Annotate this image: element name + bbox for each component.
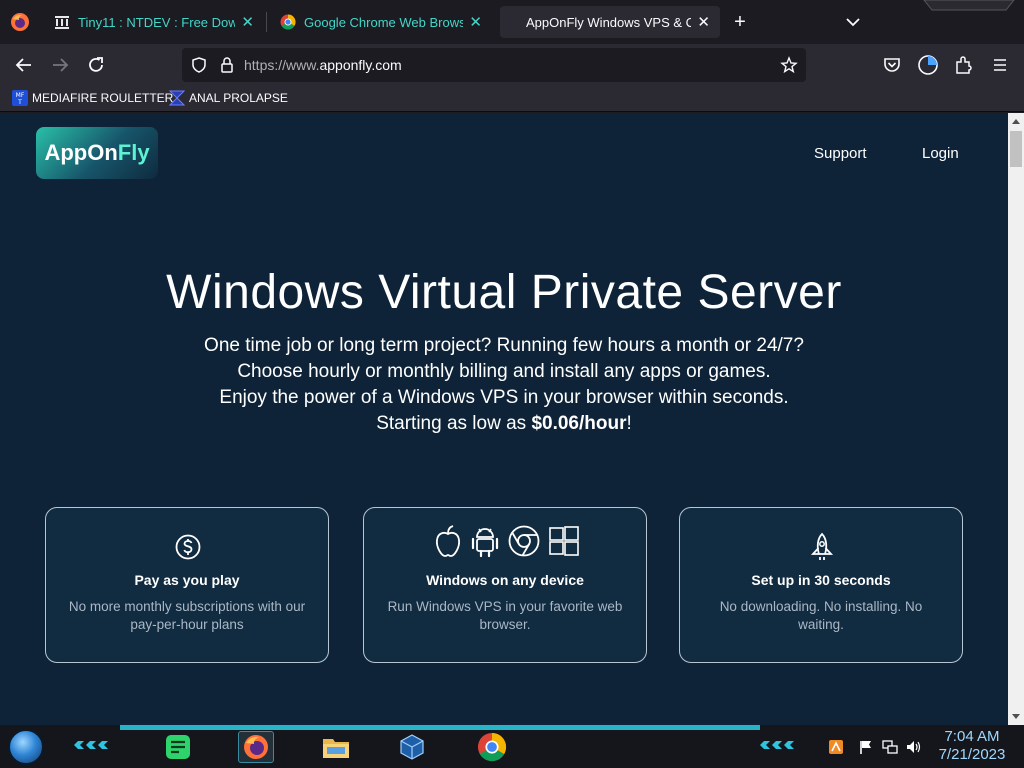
- lock-icon[interactable]: [218, 56, 236, 74]
- shield-icon[interactable]: [190, 56, 208, 74]
- scroll-down-arrow-icon[interactable]: [1012, 714, 1020, 719]
- bookmark-second[interactable]: ANAL PROLAPSE: [169, 90, 288, 106]
- tab-close-button[interactable]: ✕: [469, 13, 482, 31]
- tab-close-button[interactable]: ✕: [697, 13, 710, 31]
- feature-description: No downloading. No installing. No waitin…: [719, 599, 923, 632]
- pocket-icon[interactable]: [880, 53, 904, 77]
- page-scrollbar[interactable]: [1008, 113, 1024, 725]
- tab-separator: [266, 12, 267, 32]
- windows-icon: [549, 526, 579, 556]
- feature-description: Run Windows VPS in your favorite web bro…: [387, 599, 623, 632]
- taskbar-decoration: [74, 741, 108, 749]
- tray-app-icon[interactable]: [828, 739, 844, 755]
- url-scheme: https://www.: [244, 57, 320, 73]
- url-text[interactable]: https://www.apponfly.com: [244, 57, 402, 73]
- list-all-tabs-icon[interactable]: [843, 10, 863, 34]
- network-icon[interactable]: [882, 739, 898, 755]
- nav-support-link[interactable]: Support: [814, 145, 867, 162]
- start-button[interactable]: [8, 729, 44, 765]
- address-bar[interactable]: https://www.apponfly.com: [182, 48, 806, 82]
- taskbar-firefox-app[interactable]: [238, 731, 274, 763]
- clock-time: 7:04 AM: [944, 728, 1000, 745]
- dollar-coin-icon: [175, 534, 201, 560]
- feature-title: Set up in 30 seconds: [751, 572, 891, 588]
- tab-bar: Tiny11 : NTDEV : Free Download ✕ Google …: [0, 0, 1024, 44]
- taskbar-notes-app[interactable]: [160, 731, 196, 763]
- logo-text-fly: Fly: [117, 140, 150, 165]
- hero-title: Windows Virtual Private Server: [166, 266, 842, 319]
- file-explorer-icon: [323, 739, 349, 758]
- bookmark-label: MEDIAFIRE ROULETTER: [32, 91, 174, 105]
- feature-description: No more monthly subscriptions with our p…: [68, 599, 306, 632]
- tab-close-button[interactable]: ✕: [241, 13, 254, 31]
- feature-card-devices: Windows on any device Run Windows VPS in…: [363, 507, 647, 663]
- price-value: $0.06/hour: [531, 413, 627, 434]
- mediafire-icon: MF T: [12, 90, 28, 106]
- star-bookmark-icon[interactable]: [780, 56, 798, 74]
- svg-text:MF: MF: [16, 92, 25, 99]
- rocket-icon: [810, 532, 834, 560]
- feature-title: Windows on any device: [426, 572, 584, 588]
- chrome-icon: [280, 14, 296, 30]
- feature-title: Pay as you play: [134, 572, 240, 588]
- hero-line-4: Starting as low as $0.06/hour!: [0, 413, 1008, 435]
- android-icon: [471, 528, 499, 558]
- account-icon[interactable]: [916, 53, 940, 77]
- tab-title: AppOnFly Windows VPS & Cloud: [526, 14, 692, 30]
- chrome-icon: [477, 732, 507, 762]
- taskbar-chrome-app[interactable]: [474, 731, 510, 763]
- hero-line-2: Choose hourly or monthly billing and ins…: [237, 361, 771, 382]
- hero-line-3: Enjoy the power of a Windows VPS in your…: [219, 387, 789, 408]
- forward-icon[interactable]: [48, 53, 72, 77]
- action-center-flag-icon[interactable]: [858, 739, 874, 755]
- system-clock[interactable]: 7:04 AM 7/21/2023: [930, 728, 1014, 764]
- firefox-menu-icon[interactable]: [10, 12, 30, 32]
- tab-title: Tiny11 : NTDEV : Free Download: [78, 14, 236, 30]
- bookmark-icon: [169, 90, 185, 106]
- scrollbar-thumb[interactable]: [1010, 131, 1022, 167]
- bookmark-label: ANAL PROLAPSE: [189, 91, 288, 105]
- taskbar-accent-strip: [120, 725, 760, 730]
- archive-icon: [55, 16, 69, 29]
- bookmark-mediafire[interactable]: MF T MEDIAFIRE ROULETTER: [12, 90, 173, 106]
- price-suffix: !: [626, 413, 632, 434]
- chrome-icon: [508, 525, 540, 557]
- bookmarks-toolbar: MF T MEDIAFIRE ROULETTER ANAL PROLAPSE: [0, 86, 1024, 112]
- new-tab-button[interactable]: +: [730, 10, 750, 34]
- nav-login-link[interactable]: Login: [922, 145, 959, 162]
- apponfly-logo[interactable]: AppOn Fly: [36, 127, 158, 179]
- svg-text:T: T: [17, 99, 22, 106]
- volume-icon[interactable]: [905, 739, 921, 755]
- hero-line-1: One time job or long term project? Runni…: [204, 335, 804, 356]
- navigation-toolbar: https://www.apponfly.com: [0, 44, 1024, 86]
- virtualbox-icon: [400, 734, 424, 760]
- url-domain: apponfly.com: [319, 57, 402, 73]
- price-prefix: Starting as low as: [376, 413, 532, 434]
- taskbar: 7:04 AM 7/21/2023: [0, 725, 1024, 768]
- reload-icon[interactable]: [84, 53, 108, 77]
- back-icon[interactable]: [12, 53, 36, 77]
- tab-chrome[interactable]: Google Chrome Web Browser ✕: [270, 6, 492, 38]
- scroll-up-arrow-icon[interactable]: [1012, 119, 1020, 124]
- clock-date: 7/21/2023: [938, 746, 1006, 763]
- taskbar-explorer-app[interactable]: [318, 731, 354, 763]
- web-page: AppOn Fly Support Login Windows Virtual P…: [0, 113, 1008, 725]
- tab-apponfly[interactable]: AppOnFly Windows VPS & Cloud ✕: [500, 6, 720, 38]
- firefox-icon: [244, 735, 268, 759]
- taskbar-decoration: [760, 741, 794, 749]
- notes-icon: [166, 735, 190, 759]
- app-menu-icon[interactable]: [988, 53, 1012, 77]
- logo-text-app: AppOn: [44, 140, 118, 165]
- extensions-icon[interactable]: [952, 53, 976, 77]
- tab-title: Google Chrome Web Browser: [304, 14, 464, 30]
- feature-card-pay: Pay as you play No more monthly subscrip…: [45, 507, 329, 663]
- feature-card-setup: Set up in 30 seconds No downloading. No …: [679, 507, 963, 663]
- taskbar-virtualbox-app[interactable]: [394, 731, 430, 763]
- window-frame-decoration: [923, 0, 1015, 11]
- tab-tiny11[interactable]: Tiny11 : NTDEV : Free Download ✕: [44, 6, 264, 38]
- apple-icon: [436, 525, 460, 557]
